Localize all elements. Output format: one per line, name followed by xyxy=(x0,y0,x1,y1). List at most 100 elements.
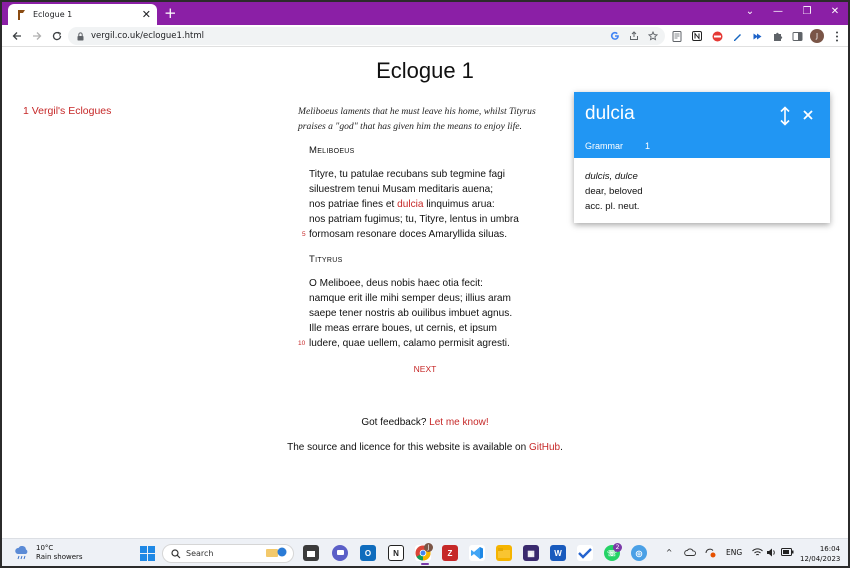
verse-line: namque erit ille mihi semper deus; illiu… xyxy=(309,293,511,304)
file-explorer-icon[interactable] xyxy=(303,545,319,561)
feedback-text: Got feedback? xyxy=(361,417,430,428)
temperature: 10°C xyxy=(36,544,54,552)
start-windows-icon[interactable] xyxy=(139,545,155,561)
terminal-app-icon[interactable]: ▦ xyxy=(523,545,539,561)
summary-line: Meliboeus laments that he must leave his… xyxy=(298,106,536,117)
line-number: 5 xyxy=(302,231,306,238)
lock-icon xyxy=(77,31,84,41)
adblock-extension-icon[interactable] xyxy=(711,30,723,42)
new-tab-button[interactable]: + xyxy=(164,4,177,22)
vscode-icon[interactable] xyxy=(469,545,485,561)
show-hidden-icons-chevron[interactable]: ^ xyxy=(666,548,672,557)
teams-icon[interactable] xyxy=(332,545,348,561)
taskbar-search[interactable]: Search xyxy=(162,544,294,563)
folder-icon[interactable] xyxy=(496,545,512,561)
notion-extension-icon[interactable] xyxy=(691,30,703,42)
wifi-icon[interactable] xyxy=(752,548,763,559)
verse-line: siluestrem tenui Musam meditaris auena; xyxy=(309,184,494,195)
close-window-button[interactable]: ✕ xyxy=(825,5,845,19)
verse-line: saepe tener nostris ab ouilibus imbuet a… xyxy=(309,308,513,319)
screen: Eclogue 1 ✕ + ⌄ — ❐ ✕ vergil.co.uk/eclog… xyxy=(0,0,850,568)
outlook-icon[interactable]: O xyxy=(360,545,376,561)
clock-date: 12/04/2023 xyxy=(800,555,841,563)
source-end: . xyxy=(560,442,563,453)
page-title: Eclogue 1 xyxy=(376,58,474,83)
search-icon xyxy=(171,548,181,558)
next-eclogue-link[interactable]: NEXT xyxy=(2,364,848,374)
grammar-parse: acc. pl. neut. xyxy=(585,201,640,212)
speaker-heading: Tityrus xyxy=(309,254,343,265)
eclogues-index-link[interactable]: 1 Vergil's Eclogues xyxy=(23,105,111,117)
onedrive-cloud-icon[interactable] xyxy=(684,548,696,558)
popup-body: dulcis, dulce dear, beloved acc. pl. neu… xyxy=(585,169,643,214)
language-indicator[interactable]: ENG xyxy=(726,548,742,557)
bookmark-star-icon[interactable] xyxy=(647,30,659,42)
weather-widget[interactable]: 10°C Rain showers xyxy=(14,544,83,562)
tab-count[interactable]: 1 xyxy=(645,141,650,151)
browser-toolbar: vergil.co.uk/eclogue1.html J xyxy=(2,25,848,47)
site-favicon-icon xyxy=(16,9,26,21)
profile-avatar[interactable]: J xyxy=(810,29,824,43)
restore-button[interactable]: ❐ xyxy=(797,5,817,19)
verse-line: Ille meas errare boues, ut cernis, et ip… xyxy=(309,323,497,334)
globe-app-icon[interactable]: ◎ xyxy=(631,545,647,561)
reader-extension-icon[interactable] xyxy=(671,30,683,42)
resize-vertical-icon[interactable] xyxy=(777,106,793,126)
tab-grammar[interactable]: Grammar xyxy=(585,141,623,151)
lemma-forms: dulcis, dulce xyxy=(585,171,638,182)
verse-line: ludere, quae uellem, calamo permisit agr… xyxy=(309,338,510,349)
weather-description: Rain showers xyxy=(36,553,83,561)
pen-extension-icon[interactable] xyxy=(731,30,743,42)
side-panel-icon[interactable] xyxy=(791,30,803,42)
volume-icon[interactable] xyxy=(766,548,777,559)
verse-line: nos patriae fines et dulcia linquimus ar… xyxy=(309,199,495,210)
browser-menu-icon[interactable] xyxy=(831,30,843,42)
line-number: 10 xyxy=(298,340,306,347)
minimize-button[interactable]: — xyxy=(768,5,788,19)
verse-text: nos patriae fines et xyxy=(309,199,398,210)
forward-arrow-icon xyxy=(33,32,42,40)
clock-time: 16:04 xyxy=(819,545,840,553)
address-bar[interactable]: vergil.co.uk/eclogue1.html xyxy=(68,27,665,45)
verse-line: Tityre, tu patulae recubans sub tegmine … xyxy=(309,169,506,180)
search-highlight-icon xyxy=(265,544,287,563)
share-icon[interactable] xyxy=(628,30,640,42)
system-clock[interactable]: 16:04 12/04/2023 xyxy=(800,544,840,564)
windows-taskbar: 10°C Rain showers Search O N J Z ▦ W ☏ 2… xyxy=(2,538,848,566)
tab-close-icon[interactable]: ✕ xyxy=(142,9,151,20)
extensions-puzzle-icon[interactable] xyxy=(771,30,783,42)
sync-status-icon[interactable] xyxy=(704,548,716,560)
zotero-icon[interactable]: Z xyxy=(442,545,458,561)
verse-line: O Meliboee, deus nobis haec otia fecit: xyxy=(309,278,483,289)
chrome-profile-badge: J xyxy=(424,543,433,552)
notion-icon[interactable]: N xyxy=(388,545,404,561)
word-dulcia-link[interactable]: dulcia xyxy=(397,199,423,210)
url-text: vergil.co.uk/eclogue1.html xyxy=(91,31,204,41)
back-arrow-icon xyxy=(12,32,21,40)
google-lens-icon[interactable] xyxy=(609,30,621,42)
verse-line: nos patriam fugimus; tu, Tityre, lentus … xyxy=(309,214,519,225)
word-lookup-popup: dulcia Grammar 1 dulcis, dulce dear, bel… xyxy=(574,92,830,223)
word-meaning: dear, beloved xyxy=(585,186,643,197)
forward-button[interactable] xyxy=(29,28,45,44)
poem-summary: Meliboeus laments that he must leave his… xyxy=(298,104,566,134)
reload-button[interactable] xyxy=(49,28,65,44)
github-link[interactable]: GitHub xyxy=(529,442,560,453)
browser-tab[interactable]: Eclogue 1 ✕ xyxy=(8,4,157,25)
popup-close-icon[interactable] xyxy=(801,107,815,121)
feedback-link[interactable]: Let me know! xyxy=(429,417,488,428)
verse-line: formosam resonare doces Amaryllida silua… xyxy=(309,229,508,240)
browser-title-bar: Eclogue 1 ✕ + ⌄ — ❐ ✕ xyxy=(2,2,848,25)
word-icon[interactable]: W xyxy=(550,545,566,561)
tab-search-icon[interactable]: ⌄ xyxy=(740,5,760,19)
search-placeholder: Search xyxy=(186,549,214,558)
battery-icon[interactable] xyxy=(781,548,794,558)
speaker-heading: Meliboeus xyxy=(309,145,355,156)
source-text: The source and licence for this website … xyxy=(287,442,529,453)
todo-check-icon[interactable] xyxy=(577,545,593,561)
arrow-extension-icon[interactable] xyxy=(751,30,763,42)
back-button[interactable] xyxy=(9,28,25,44)
active-app-indicator xyxy=(421,563,429,565)
whatsapp-badge: 2 xyxy=(613,543,622,552)
feedback-line: Got feedback? Let me know! xyxy=(2,417,848,428)
